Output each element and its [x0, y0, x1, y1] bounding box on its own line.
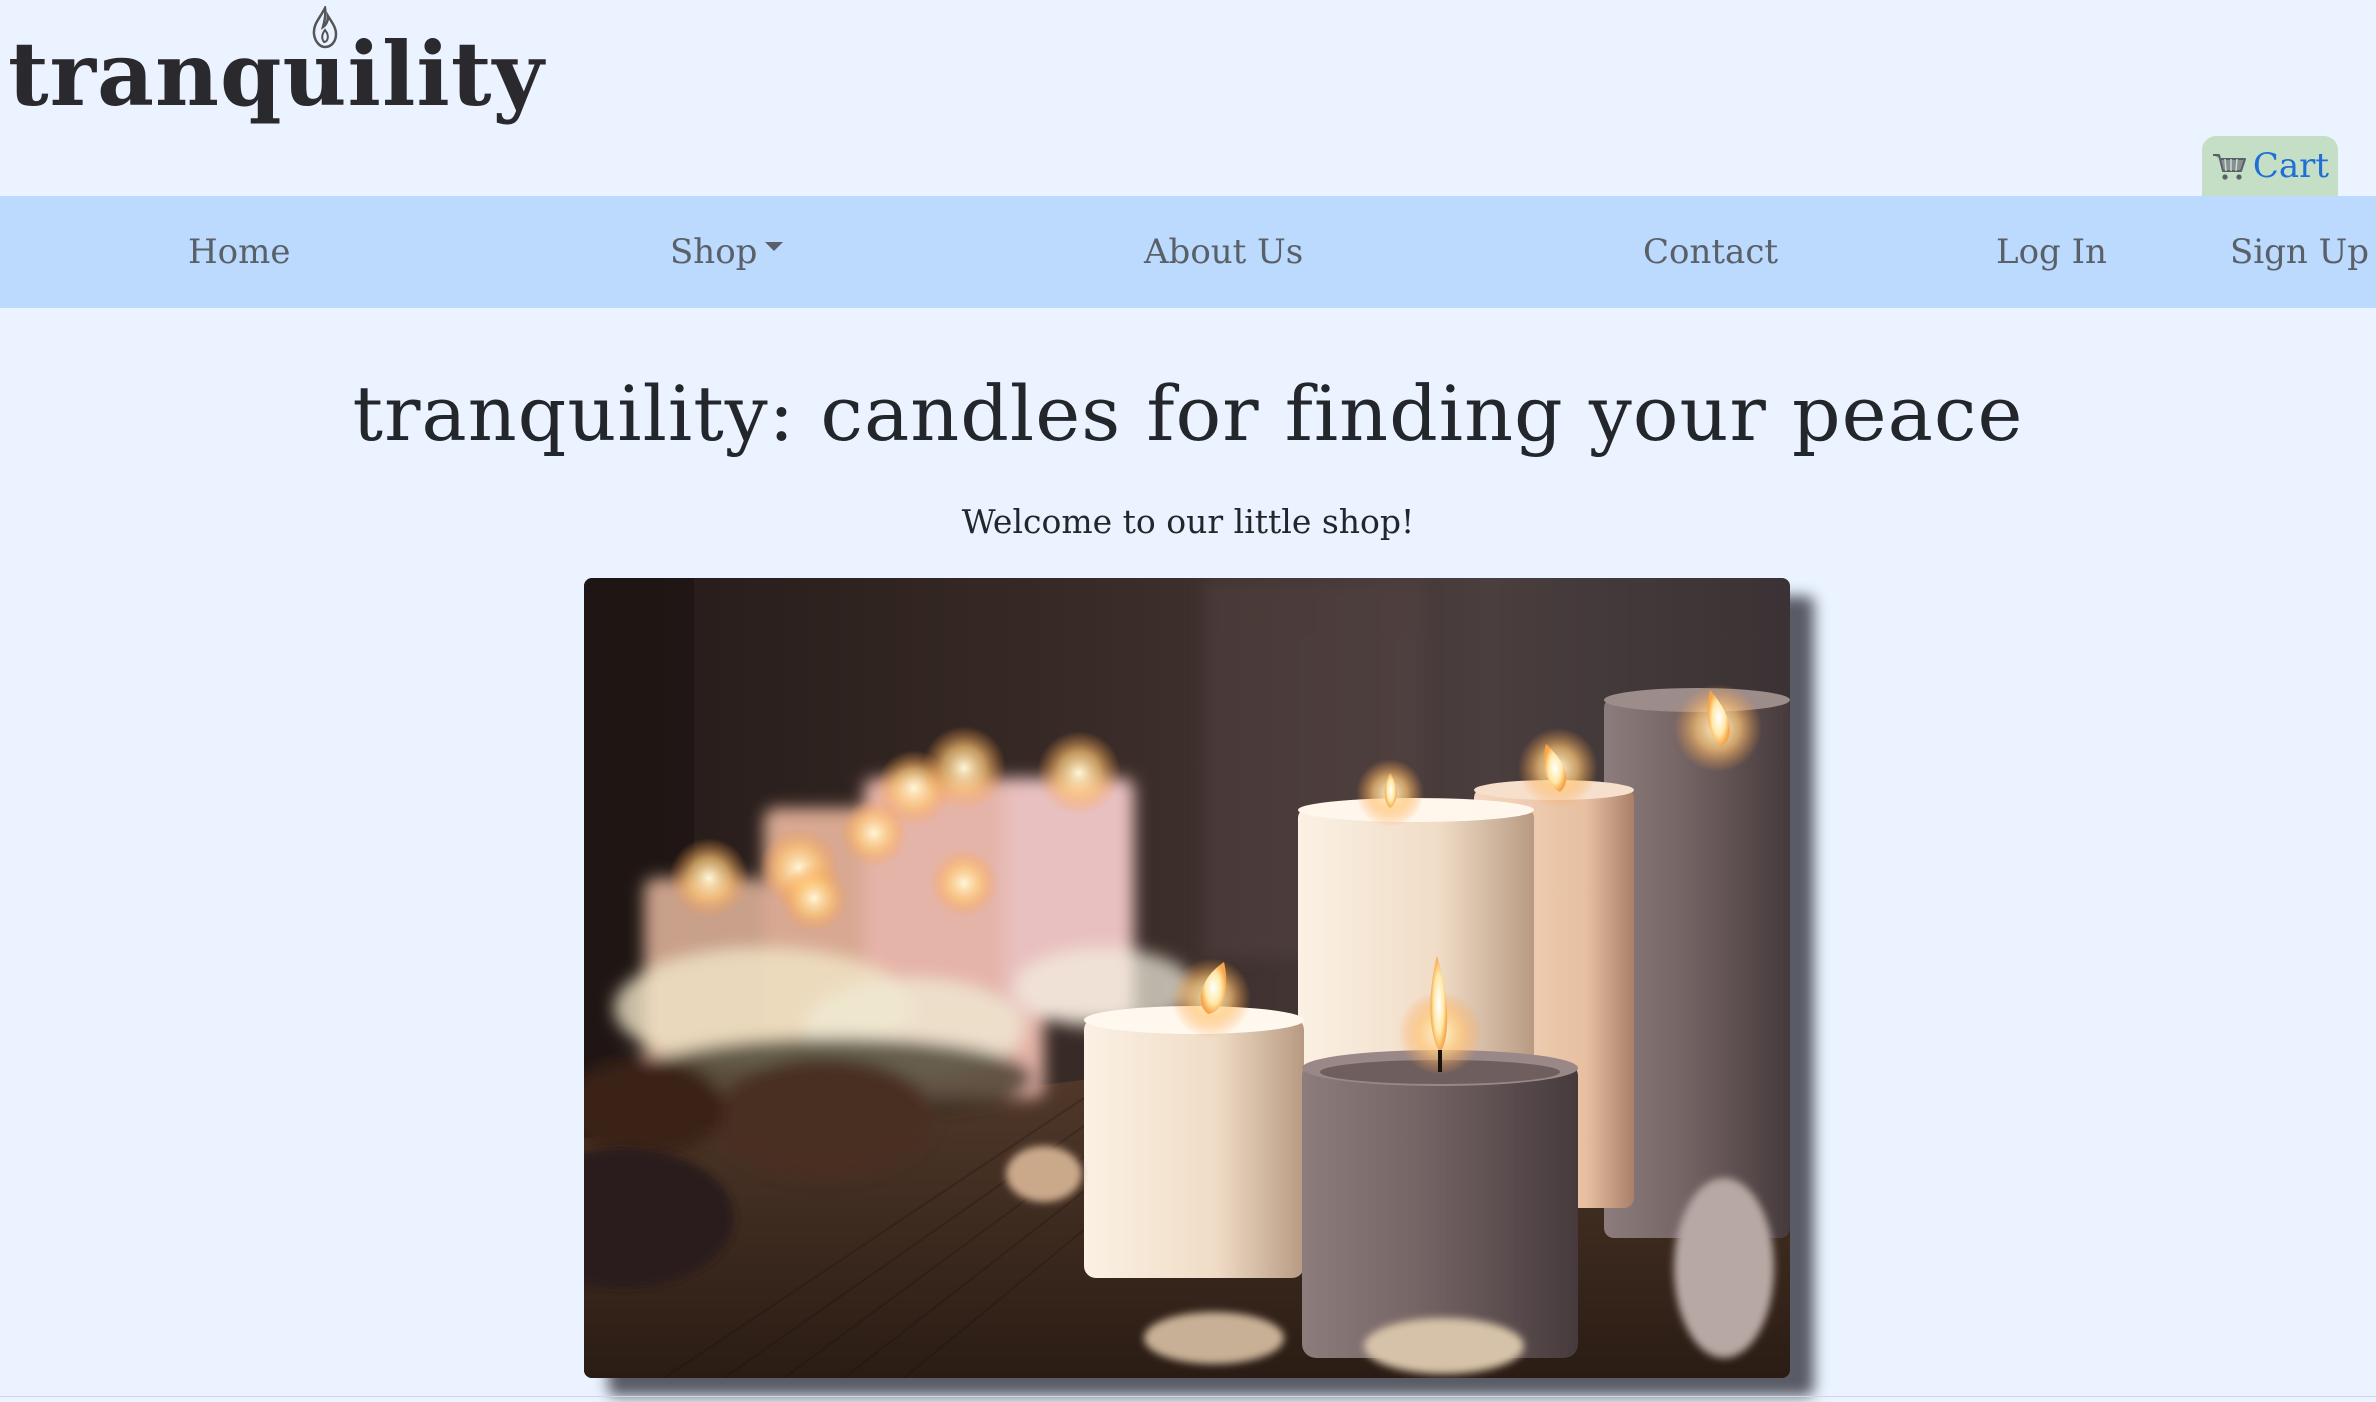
logo-text: tranquility [8, 22, 545, 126]
footer-divider [0, 1396, 2376, 1397]
nav-about-us[interactable]: About Us [1144, 196, 1303, 308]
nav-login-label: Log In [1996, 232, 2107, 272]
nav-sign-up[interactable]: Sign Up [2230, 196, 2369, 308]
cart-button[interactable]: Cart [2202, 136, 2338, 196]
site-logo[interactable]: tranquility [8, 6, 544, 146]
site-header: tranquility Cart [0, 0, 2376, 196]
nav-log-in[interactable]: Log In [1996, 196, 2107, 308]
nav-shop-label: Shop [670, 232, 758, 272]
cart-icon [2212, 154, 2246, 180]
nav-home[interactable]: Home [188, 196, 290, 308]
page-title: tranquility: candles for finding your pe… [352, 369, 2024, 458]
nav-signup-label: Sign Up [2230, 232, 2370, 272]
main-nav: Home Shop About Us Contact Log In Sign U… [0, 196, 2376, 308]
hero-image [584, 578, 1790, 1378]
candles-photo [584, 578, 1790, 1378]
cart-label: Cart [2252, 146, 2330, 186]
nav-about-label: About Us [1144, 232, 1304, 272]
nav-shop-dropdown[interactable]: Shop [670, 196, 784, 308]
chevron-down-icon [765, 241, 784, 251]
nav-contact[interactable]: Contact [1643, 196, 1778, 308]
nav-home-label: Home [188, 232, 291, 272]
welcome-text: Welcome to our little shop! [961, 502, 1415, 541]
nav-contact-label: Contact [1643, 232, 1779, 272]
